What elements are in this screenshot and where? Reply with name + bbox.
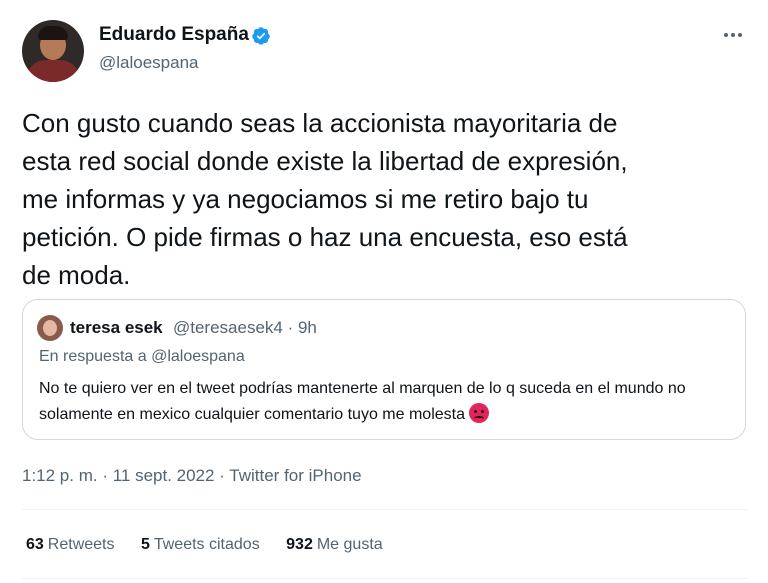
- quoted-reply-to: En respuesta a @laloespana: [39, 348, 245, 365]
- more-horizontal-icon[interactable]: [718, 21, 748, 49]
- tweet-meta: 1:12 p. m. · 11 sept. 2022 · Twitter for…: [22, 466, 362, 486]
- retweets-count: 63: [26, 536, 44, 553]
- quoted-avatar-face: [43, 320, 57, 336]
- tweet-timestamp[interactable]: 1:12 p. m. · 11 sept. 2022 ·: [22, 466, 229, 485]
- author-handle[interactable]: @laloespana: [99, 53, 199, 73]
- author-avatar[interactable]: [22, 20, 84, 82]
- divider: [22, 509, 748, 510]
- tweet-source[interactable]: Twitter for iPhone: [229, 466, 361, 485]
- quoted-text-wrap: No te quiero ver en el tweet podrías man…: [39, 376, 739, 428]
- likes-label: Me gusta: [316, 536, 383, 553]
- tweet: Eduardo España @laloespana Con gusto cua…: [0, 0, 768, 583]
- angry-face-emoji-icon: [468, 403, 489, 423]
- tweet-stats: 63 Retweets 5 Tweets citados 932 Me gusta: [26, 536, 405, 554]
- verified-badge-icon: [252, 27, 270, 45]
- divider: [22, 578, 748, 579]
- quoted-author-name: teresa esek: [70, 318, 163, 337]
- tweet-text: Con gusto cuando seas la accionista mayo…: [22, 108, 628, 290]
- retweets-stat[interactable]: 63 Retweets: [26, 536, 115, 554]
- likes-count: 932: [286, 536, 313, 553]
- quoted-avatar: [37, 315, 63, 341]
- avatar-shirt: [26, 60, 80, 82]
- quoted-handle-time: @teresaesek4 · 9h: [173, 318, 317, 337]
- retweets-label: Retweets: [47, 536, 115, 553]
- likes-stat[interactable]: 932 Me gusta: [286, 536, 383, 554]
- author-name[interactable]: Eduardo España: [99, 24, 249, 46]
- quoted-tweet[interactable]: teresa esek @teresaesek4 · 9h En respues…: [22, 299, 746, 440]
- quotes-stat[interactable]: 5 Tweets citados: [141, 536, 260, 554]
- avatar-hair: [38, 26, 68, 40]
- quotes-label: Tweets citados: [153, 536, 260, 553]
- quotes-count: 5: [140, 536, 150, 553]
- quoted-text: No te quiero ver en el tweet podrías man…: [39, 380, 686, 423]
